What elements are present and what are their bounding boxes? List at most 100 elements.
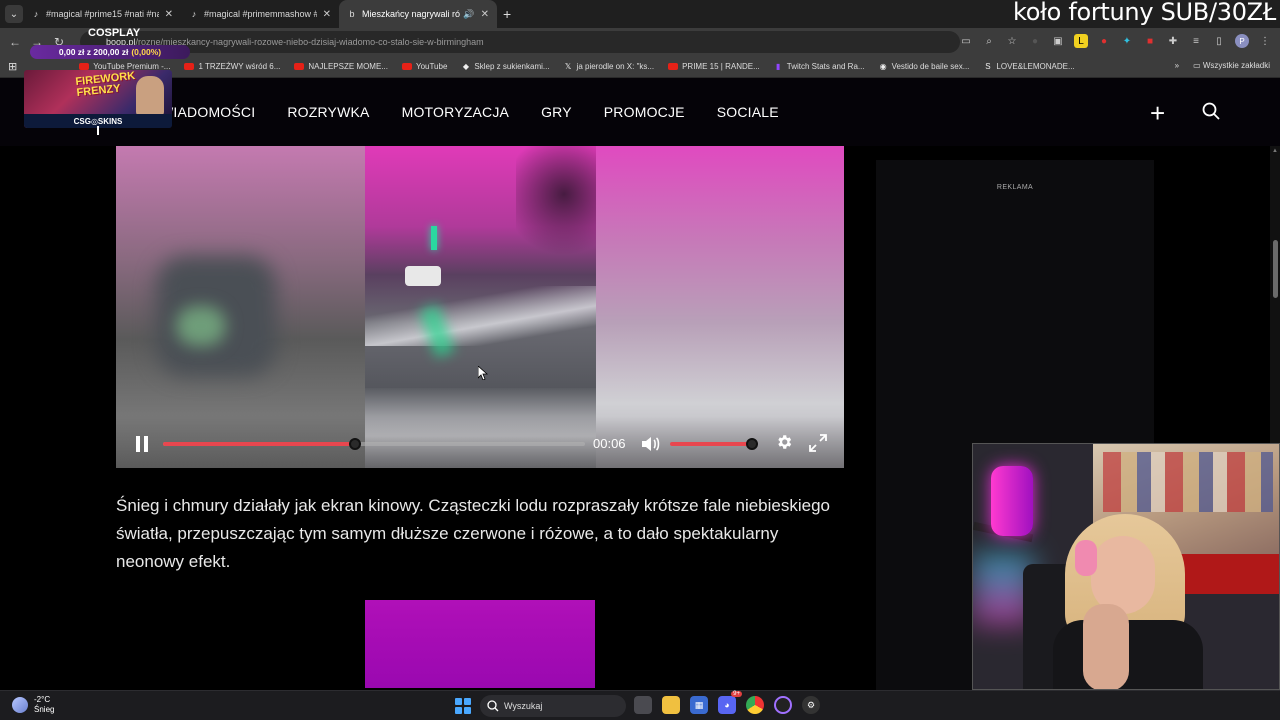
taskbar-apps: ▦ ◕ 9+ ⚙ — [634, 691, 820, 714]
task-view-icon[interactable] — [634, 696, 652, 714]
zoom-icon[interactable]: ⌕ — [982, 34, 996, 48]
sidebar-icon[interactable]: ▯ — [1212, 34, 1226, 48]
video-player[interactable]: 00:06 — [116, 146, 844, 468]
steam-icon[interactable]: ⚙ — [802, 696, 820, 714]
cosplay-label: COSPLAY — [88, 27, 141, 39]
volume-icon[interactable] — [640, 435, 660, 458]
back-icon[interactable]: ← — [4, 35, 26, 49]
x-icon: 𝕏 — [564, 62, 572, 71]
scroll-up-icon[interactable]: ▲ — [1272, 148, 1278, 154]
nav-rozrywka[interactable]: ROZRYWKA — [287, 104, 369, 120]
address-bar[interactable]: boop.pl/rozne/mieszkancy-nagrywali-rozow… — [80, 31, 960, 53]
bookmark[interactable]: ◆ Sklep z sukienkami... — [461, 62, 550, 71]
tab-search-button[interactable]: ⌄ — [5, 5, 23, 23]
file-explorer-icon[interactable] — [662, 696, 680, 714]
nav-motoryzacja[interactable]: MOTORYZACJA — [402, 104, 509, 120]
webcam-overlay — [972, 443, 1280, 690]
fullscreen-icon[interactable] — [809, 434, 827, 457]
menu-icon[interactable]: ⋮ — [1258, 34, 1272, 48]
taskbar-search-label: Wyszukaj — [504, 701, 543, 711]
nav-sociale[interactable]: SOCIALE — [717, 104, 779, 120]
bookmark[interactable]: YouTube — [401, 62, 447, 71]
chevron-right-icon[interactable]: » — [1175, 61, 1179, 70]
close-icon[interactable]: ✕ — [323, 9, 331, 20]
windows-start-icon[interactable] — [455, 698, 471, 714]
extension-icon[interactable]: ● — [1097, 34, 1111, 48]
pause-icon[interactable] — [135, 436, 149, 452]
store-icon[interactable]: ▦ — [690, 696, 708, 714]
video-controls: 00:06 — [116, 416, 844, 468]
seek-handle[interactable] — [349, 438, 361, 450]
taskbar: -2°C Śnieg Wyszukaj ▦ ◕ 9+ ⚙ — [0, 690, 1280, 720]
reading-list-icon[interactable]: ≡ — [1189, 34, 1203, 48]
extension-icon[interactable]: ■ — [1143, 34, 1157, 48]
bookmark[interactable]: 1 TRZEŹWY wśród 6... — [184, 62, 280, 71]
nav-gry[interactable]: GRY — [541, 104, 572, 120]
close-icon[interactable]: ✕ — [165, 9, 173, 20]
bookmark-label: LOVE&LEMONADE... — [996, 62, 1075, 71]
ad-label: REKLAMA — [996, 184, 1034, 191]
plus-icon[interactable]: + — [1150, 98, 1165, 129]
youtube-icon — [401, 63, 412, 70]
all-bookmarks[interactable]: ▭ Wszystkie zakładki — [1193, 61, 1270, 70]
seek-bar[interactable] — [163, 438, 585, 450]
donation-goal: 0,00 zł z 200,00 zł (0,00%) — [30, 45, 190, 59]
tab-3-active[interactable]: b Mieszkańcy nagrywali różo 🔊 ✕ — [339, 0, 497, 28]
bookmark[interactable]: NAJLEPSZE MOME... — [294, 62, 388, 71]
speaker-icon[interactable]: 🔊 — [463, 9, 474, 20]
tab-1[interactable]: ♪ #magical #prime15 #nati #natu ✕ — [23, 0, 181, 28]
obs-icon[interactable] — [774, 696, 792, 714]
globe-icon: ◉ — [879, 62, 887, 71]
discord-badge: 9+ — [731, 691, 742, 697]
stream-title: koło fortuny SUB/30ZŁ — [1012, 0, 1276, 26]
tab-title: Mieszkańcy nagrywali różo — [362, 9, 461, 19]
bookmark[interactable]: ▮ Twitch Stats and Ra... — [774, 62, 865, 71]
scrollbar-thumb[interactable] — [1273, 240, 1278, 298]
search-icon[interactable] — [1202, 102, 1220, 125]
weather-widget[interactable]: -2°C Śnieg — [12, 695, 54, 715]
apps-icon[interactable]: ⊞ — [8, 60, 17, 73]
all-bookmarks-label: Wszystkie zakładki — [1202, 61, 1270, 70]
tab-2[interactable]: ♪ #magical #primemmashow #vi ✕ — [181, 0, 339, 28]
extensions-puzzle-icon[interactable]: ✚ — [1166, 34, 1180, 48]
extension-icon[interactable]: ▣ — [1051, 34, 1065, 48]
chrome-icon[interactable] — [746, 696, 764, 714]
shop-icon: ◆ — [462, 62, 469, 71]
extension-icon[interactable]: ● — [1028, 34, 1042, 48]
folder-icon: ▭ — [1193, 61, 1203, 70]
discord-icon[interactable]: ◕ 9+ — [718, 691, 742, 714]
twitch-icon: ▮ — [776, 62, 781, 71]
bookmark-star-icon[interactable]: ☆ — [1005, 34, 1019, 48]
browser-toolbar: ← → ↻ boop.pl/rozne/mieszkancy-nagrywali… — [0, 28, 1280, 56]
bookmark-label: PRIME 15 | RANDE... — [682, 62, 760, 71]
article-paragraph: Śnieg i chmury działały jak ekran kinowy… — [116, 496, 830, 571]
boop-icon: b — [349, 9, 355, 19]
extension-icon[interactable]: ✦ — [1120, 34, 1134, 48]
youtube-icon — [294, 63, 305, 70]
nav-links: WIADOMOŚCI ROZRYWKA MOTORYZACJA GRY PROM… — [160, 104, 779, 120]
bookmark[interactable]: PRIME 15 | RANDE... — [668, 62, 760, 71]
bookmarks-bar: ⊞ YouTube Premium -... 1 TRZEŹWY wśród 6… — [0, 56, 1280, 78]
tab-title: #magical #primemmashow #vi — [204, 9, 317, 19]
s-icon: S — [985, 62, 991, 71]
weather-icon — [12, 697, 28, 713]
close-icon[interactable]: ✕ — [481, 9, 489, 20]
headset — [1075, 540, 1097, 576]
taskbar-search[interactable]: Wyszukaj — [480, 695, 626, 717]
bookmark[interactable]: S LOVE&LEMONADE... — [983, 62, 1074, 71]
bookmark-label: Twitch Stats and Ra... — [786, 62, 865, 71]
install-icon[interactable]: ▭ — [959, 34, 973, 48]
volume-handle[interactable] — [746, 438, 759, 450]
volume-level — [670, 442, 753, 446]
bookmark[interactable]: 𝕏ja pierodle on X: "ks... — [564, 62, 654, 71]
promo-person — [136, 76, 164, 116]
nav-wiadomosci[interactable]: WIADOMOŚCI — [160, 104, 255, 120]
profile-avatar[interactable]: P — [1235, 34, 1249, 48]
bookmark[interactable]: ◉ Vestido de baile sex... — [879, 62, 970, 71]
goal-percent: (0,00%) — [131, 47, 162, 57]
volume-slider[interactable] — [670, 438, 759, 450]
gear-icon[interactable] — [775, 433, 793, 456]
extension-icon[interactable]: L — [1074, 34, 1088, 48]
nav-promocje[interactable]: PROMOCJE — [604, 104, 685, 120]
new-tab-button[interactable]: + — [503, 6, 511, 22]
